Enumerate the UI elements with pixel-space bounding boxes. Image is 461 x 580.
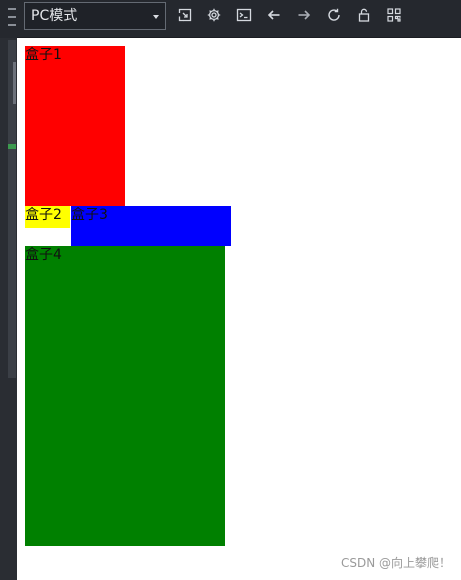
lock-button[interactable] bbox=[355, 6, 373, 24]
left-gutter bbox=[0, 0, 17, 580]
refresh-icon bbox=[328, 8, 340, 21]
gear-icon bbox=[207, 8, 221, 22]
gutter-scroll-thumb[interactable] bbox=[13, 62, 16, 104]
box-1: 盒子1 bbox=[25, 46, 125, 206]
arrow-right-icon bbox=[298, 10, 311, 20]
mode-select[interactable]: PC模式 bbox=[24, 2, 166, 30]
watermark: CSDN @向上攀爬！ bbox=[340, 556, 451, 570]
box-4: 盒子4 bbox=[25, 246, 225, 546]
box-2: 盒子2 bbox=[25, 206, 70, 228]
qr-code-button[interactable] bbox=[385, 6, 403, 24]
grid-icon bbox=[387, 8, 401, 22]
expand-window-icon bbox=[178, 8, 192, 22]
gutter-menu-line bbox=[8, 16, 16, 18]
chevron-down-icon bbox=[153, 15, 159, 19]
console-button[interactable] bbox=[235, 6, 253, 24]
forward-button[interactable] bbox=[295, 6, 313, 24]
back-button[interactable] bbox=[265, 6, 283, 24]
preview-toolbar: PC模式 bbox=[17, 0, 461, 38]
gutter-change-marker bbox=[8, 144, 16, 149]
gutter-menu-line bbox=[8, 24, 16, 26]
preview-canvas: 盒子1 盒子3 盒子2 盒子4 CSDN @向上攀爬！ bbox=[17, 38, 461, 580]
terminal-icon bbox=[236, 8, 252, 22]
box-3: 盒子3 bbox=[71, 206, 231, 246]
expand-window-button[interactable] bbox=[176, 6, 194, 24]
box-1-label: 盒子1 bbox=[25, 47, 62, 63]
box-2-label: 盒子2 bbox=[25, 207, 62, 223]
preview-window: PC模式 盒子1 盒子3 盒子2 盒子4 CSDN @向上攀爬！ bbox=[0, 0, 461, 580]
refresh-button[interactable] bbox=[325, 6, 343, 24]
unlock-icon bbox=[358, 8, 370, 22]
settings-button[interactable] bbox=[205, 6, 223, 24]
box-4-label: 盒子4 bbox=[25, 247, 62, 263]
gutter-topbar bbox=[0, 0, 17, 38]
arrow-left-icon bbox=[267, 10, 280, 20]
mode-select-value: PC模式 bbox=[31, 8, 78, 24]
gutter-menu-line bbox=[8, 8, 16, 10]
box-3-label: 盒子3 bbox=[71, 207, 108, 223]
